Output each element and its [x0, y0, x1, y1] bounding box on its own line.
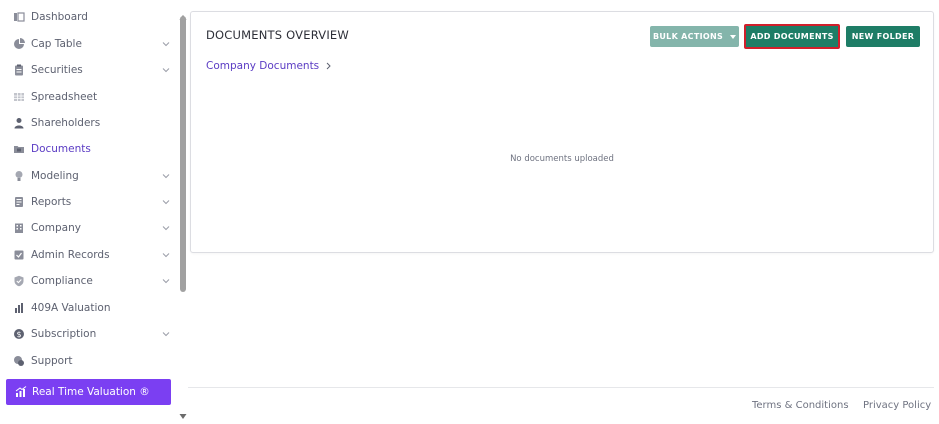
chevron-down-icon: [162, 172, 170, 180]
spreadsheet-icon: [13, 91, 25, 103]
sidebar-item-securities[interactable]: Securities: [0, 59, 178, 81]
bulk-actions-label: BULK ACTIONS: [652, 32, 724, 41]
sidebar-item-label: 409A Valuation: [31, 302, 111, 314]
dashboard-icon: [13, 11, 25, 23]
new-folder-label: NEW FOLDER: [851, 32, 915, 41]
scrollbar-thumb[interactable]: [180, 16, 186, 292]
shield-check-icon: [13, 275, 25, 287]
sidebar-item-label: Support: [31, 355, 73, 367]
breadcrumb[interactable]: Company Documents: [206, 60, 332, 72]
sidebar-item-compliance[interactable]: Compliance: [0, 270, 178, 292]
chevron-down-icon: [162, 198, 170, 206]
caret-down-icon: [730, 34, 737, 39]
chevron-down-icon: [162, 277, 170, 285]
sidebar-item-label: Shareholders: [31, 117, 101, 129]
report-icon: [13, 196, 25, 208]
real-time-valuation-label: Real Time Valuation ®: [32, 386, 150, 398]
dollar-icon: $: [13, 328, 25, 340]
folder-icon: [13, 143, 25, 155]
support-icon: [13, 355, 25, 367]
sidebar-item-409a-valuation[interactable]: 409A Valuation: [0, 297, 178, 319]
sidebar-item-label: Subscription: [31, 328, 97, 340]
sidebar-item-dashboard[interactable]: Dashboard: [0, 6, 178, 28]
svg-text:$: $: [16, 330, 21, 339]
sidebar-item-shareholders[interactable]: Shareholders: [0, 112, 178, 134]
sidebar-item-label: Securities: [31, 64, 83, 76]
sidebar-item-label: Spreadsheet: [31, 91, 98, 103]
pie-chart-icon: [13, 38, 25, 50]
person-icon: [13, 117, 25, 129]
chevron-right-icon: [326, 62, 331, 70]
add-documents-button[interactable]: ADD DOCUMENTS: [744, 24, 840, 49]
building-icon: [13, 222, 25, 234]
real-time-valuation-button[interactable]: Real Time Valuation ®: [6, 379, 171, 405]
new-folder-button[interactable]: NEW FOLDER: [846, 26, 920, 47]
sidebar-item-label: Documents: [31, 143, 91, 155]
sidebar-item-cap-table[interactable]: Cap Table: [0, 33, 178, 55]
scroll-down-arrow-icon[interactable]: [179, 405, 187, 419]
clipboard-icon: [13, 64, 25, 76]
sidebar-item-label: Compliance: [31, 275, 93, 287]
sidebar-item-spreadsheet[interactable]: Spreadsheet: [0, 86, 178, 108]
sidebar-item-label: Company: [31, 222, 81, 234]
terms-link[interactable]: Terms & Conditions: [752, 400, 849, 411]
documents-panel: DOCUMENTS OVERVIEW BULK ACTIONS ADD DOCU…: [190, 11, 934, 253]
sidebar-item-label: Reports: [31, 196, 72, 208]
sidebar-item-modeling[interactable]: Modeling: [0, 165, 178, 187]
breadcrumb-company-documents[interactable]: Company Documents: [206, 60, 319, 72]
sidebar-item-label: Dashboard: [31, 11, 88, 23]
bar-chart-icon: [13, 302, 25, 314]
scroll-up-arrow-icon[interactable]: [179, 6, 187, 20]
lightbulb-icon: [13, 170, 25, 182]
add-documents-label: ADD DOCUMENTS: [750, 32, 834, 41]
footer-divider: [188, 387, 934, 388]
sidebar-item-subscription[interactable]: $ Subscription: [0, 323, 178, 345]
sidebar-item-support[interactable]: Support: [0, 350, 178, 372]
chevron-down-icon: [162, 40, 170, 48]
admin-records-icon: [13, 249, 25, 261]
privacy-link[interactable]: Privacy Policy: [863, 400, 931, 411]
chevron-down-icon: [162, 330, 170, 338]
sidebar-item-label: Admin Records: [31, 249, 110, 261]
sidebar-item-label: Modeling: [31, 170, 79, 182]
sidebar-item-admin-records[interactable]: Admin Records: [0, 244, 178, 266]
chevron-down-icon: [162, 251, 170, 259]
page-title: DOCUMENTS OVERVIEW: [206, 28, 349, 42]
sidebar-item-company[interactable]: Company: [0, 217, 178, 239]
chevron-down-icon: [162, 224, 170, 232]
empty-state-message: No documents uploaded: [510, 154, 614, 164]
sidebar-item-documents[interactable]: Documents: [0, 138, 178, 160]
sidebar-item-label: Cap Table: [31, 38, 82, 50]
sidebar-item-reports[interactable]: Reports: [0, 191, 178, 213]
chevron-down-icon: [162, 66, 170, 74]
bulk-actions-button[interactable]: BULK ACTIONS: [650, 26, 739, 47]
growth-chart-icon: [15, 386, 27, 398]
sidebar: Dashboard Cap Table Securities Spreadshe…: [0, 0, 178, 421]
